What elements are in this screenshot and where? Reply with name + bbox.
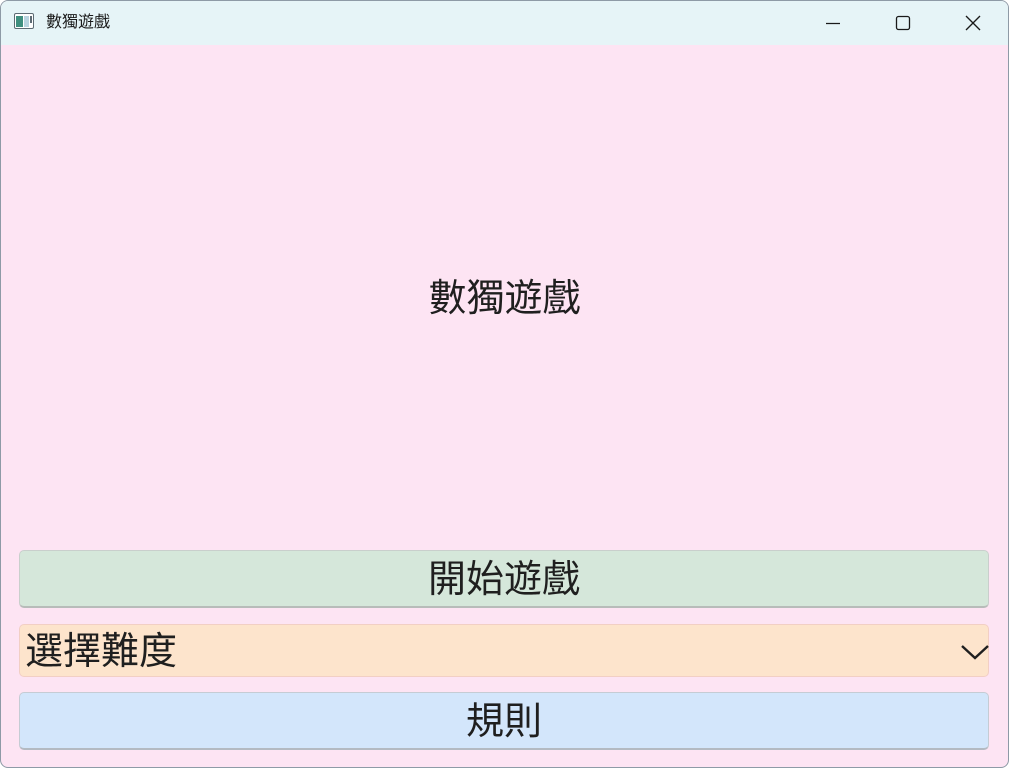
app-window-icon (14, 13, 34, 29)
minimize-button[interactable] (798, 1, 868, 45)
close-icon (965, 15, 981, 31)
start-game-label: 開始遊戲 (427, 557, 580, 601)
close-button[interactable] (938, 1, 1008, 45)
maximize-button[interactable] (868, 1, 938, 45)
rules-label: 規則 (465, 699, 542, 743)
chevron-down-icon (961, 645, 989, 660)
window-title: 數獨遊戲 (46, 12, 111, 31)
maximize-icon (895, 15, 911, 31)
difficulty-select[interactable]: 選擇難度 (19, 624, 989, 677)
app-window: 數獨遊戲 數獨遊戲 開始遊戲 選擇難度 規則 (0, 0, 1009, 768)
rules-button[interactable]: 規則 (19, 692, 989, 750)
difficulty-selected-value: 選擇難度 (25, 629, 178, 673)
minimize-icon (826, 22, 840, 25)
start-game-button[interactable]: 開始遊戲 (19, 550, 989, 608)
title-bar[interactable]: 數獨遊戲 (1, 1, 1008, 45)
page-title: 數獨遊戲 (428, 276, 581, 320)
